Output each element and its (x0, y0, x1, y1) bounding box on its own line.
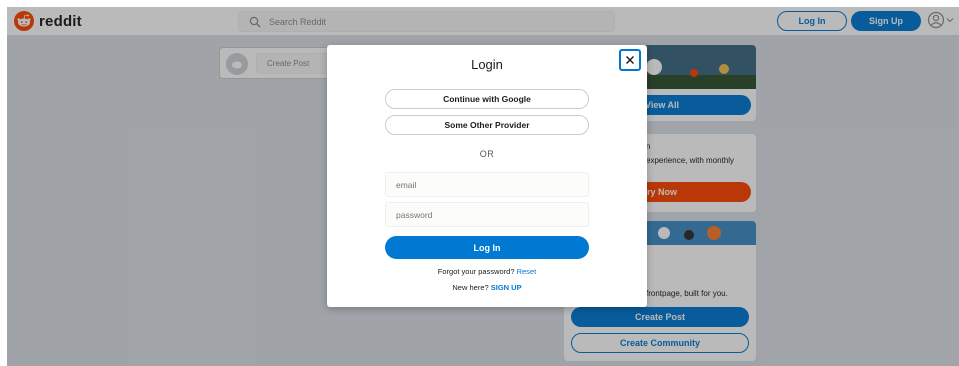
new-here-row: New here? SIGN UP (327, 283, 647, 292)
or-divider: OR (479, 149, 495, 159)
password-field[interactable] (385, 202, 589, 227)
login-modal: Login Continue with Google Some Other Pr… (327, 45, 647, 307)
email-field[interactable] (385, 172, 589, 197)
app-viewport: reddit Search Reddit Log In Sign Up Crea… (7, 7, 959, 366)
close-icon (626, 56, 634, 64)
other-provider-button[interactable]: Some Other Provider (385, 115, 589, 135)
forgot-password-text: Forgot your password? (437, 267, 515, 276)
reset-link[interactable]: Reset (517, 267, 537, 276)
modal-title: Login (471, 57, 503, 72)
signup-link[interactable]: SIGN UP (491, 283, 522, 292)
new-here-text: New here? (452, 283, 489, 292)
close-button[interactable] (619, 49, 641, 71)
continue-with-google-button[interactable]: Continue with Google (385, 89, 589, 109)
forgot-password-row: Forgot your password? Reset (327, 267, 647, 276)
login-button[interactable]: Log In (385, 236, 589, 259)
